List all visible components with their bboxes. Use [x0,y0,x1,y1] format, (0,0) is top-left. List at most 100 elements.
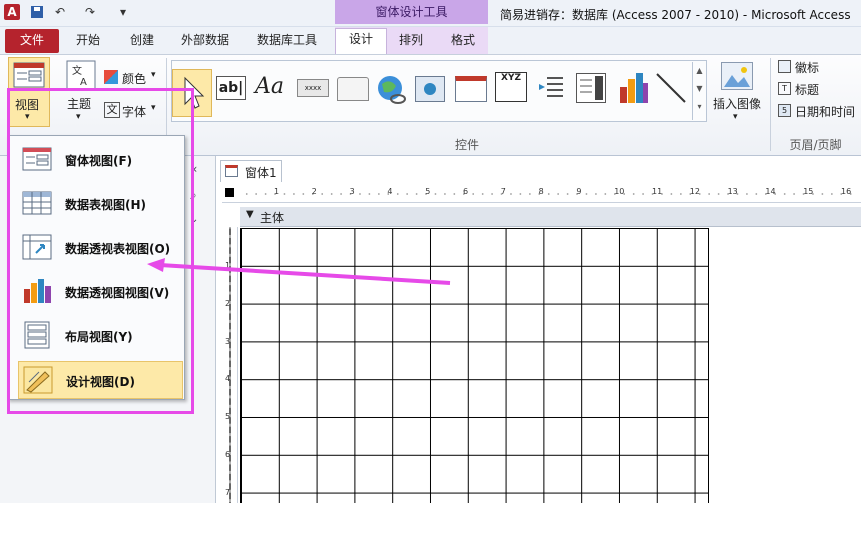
tab-database-tools[interactable]: 数据库工具 [250,30,324,54]
tab-arrange[interactable]: 排列 [392,30,430,54]
section-collapse-icon[interactable]: ▼ [246,209,254,220]
menu-item-datasheet-view[interactable]: 数据表视图(H) [18,185,183,223]
horizontal-ruler[interactable]: 1 2 3 4 5 6 7 8 9 10 11 12 13 14 15 16 [222,185,861,203]
vruler-number: 7 [225,487,231,497]
button-control-icon[interactable]: xxxx [297,79,329,97]
customize-quick-access-icon[interactable]: ▾ [120,5,126,19]
document-tab[interactable]: 窗体1 [220,160,282,182]
colors-arrow-icon[interactable]: ▾ [151,70,156,80]
line-control-icon[interactable] [655,72,687,107]
combo-box-control-icon[interactable] [576,73,606,103]
expand-chevron-icon[interactable]: ⌄ [190,214,198,225]
ruler-number: 5 [425,187,431,196]
document-tab-label: 窗体1 [245,166,277,180]
option-group-control-icon[interactable]: XYZ [495,72,527,102]
design-view-icon [23,366,53,394]
controls-group-label: 控件 [454,138,479,152]
save-icon[interactable] [30,5,44,22]
menu-item-form-view[interactable]: 窗体视图(F) [18,141,183,179]
ruler-number: 8 [538,187,544,196]
svg-text:文: 文 [72,64,82,77]
date-time-icon: 5 [778,104,791,117]
ruler-number: 2 [311,187,317,196]
form-selector-icon[interactable] [225,188,234,197]
insert-image-label[interactable]: 插入图像 [713,95,761,112]
ruler-number: 6 [463,187,469,196]
ruler-number: 4 [387,187,393,196]
vruler-number: 4 [225,374,231,384]
redo-icon[interactable]: ↷ [85,5,95,19]
colors-icon [104,70,118,84]
fonts-button[interactable]: 字体 [122,103,146,120]
label-control-icon[interactable]: Aa [255,74,284,99]
theme-label[interactable]: 主题 [67,95,91,112]
tab-design[interactable]: 设计 [335,28,387,55]
menu-item-label: 数据表视图(H) [65,198,147,212]
tab-external-data[interactable]: 外部数据 [174,30,236,54]
logo-icon [778,60,791,73]
menu-item-label: 数据透视表视图(O) [65,242,171,256]
fonts-arrow-icon[interactable]: ▾ [151,103,156,113]
vruler-number: 2 [225,298,231,308]
title-button[interactable]: 标题 [795,81,819,98]
colors-button[interactable]: 颜色 [122,70,146,87]
design-canvas-margin [708,228,861,503]
ruler-number: 12 [689,187,700,196]
fonts-icon: 文 [104,102,120,118]
ruler-number: 1 [274,187,280,196]
theme-dropdown-arrow-icon[interactable]: ▾ [76,112,81,122]
vruler-number: 6 [225,450,231,459]
tab-control-icon[interactable] [337,77,369,101]
menu-item-layout-view[interactable]: 布局视图(Y) [18,317,183,355]
view-label: 视图 [15,98,40,112]
logo-button[interactable]: 徽标 [795,59,819,76]
collapse-pane-icon[interactable]: « [190,162,197,176]
menu-item-label: 布局视图(Y) [65,330,133,344]
datasheet-view-icon [22,189,52,217]
pointer-icon [184,76,205,109]
menu-item-label: 设计视图(D) [66,375,135,389]
vruler-number: 5 [225,412,231,422]
ruler-number: 13 [727,187,738,196]
select-pointer-button[interactable] [172,69,212,117]
svg-text:A: A [80,77,87,88]
layout-view-icon [22,321,52,349]
ruler-number: 14 [765,187,776,196]
form-view-icon [22,145,52,173]
date-time-button[interactable]: 日期和时间 [795,103,855,120]
tab-home[interactable]: 开始 [68,30,108,54]
section-bar[interactable]: ▼ 主体 [240,207,861,227]
tab-format[interactable]: 格式 [444,30,482,54]
annotation-arrow [147,258,451,285]
ruler-number: 15 [803,187,814,196]
vruler-number: 3 [225,336,231,346]
hyperlink-control-icon[interactable] [376,74,408,109]
tab-create[interactable]: 创建 [122,30,162,54]
section-label: 主体 [260,211,285,225]
form-icon [225,165,238,177]
title-icon: T [778,82,791,95]
theme-icon[interactable]: 文A [66,60,96,93]
chart-control-icon[interactable] [617,71,649,108]
pivot-chart-view-icon [22,277,52,305]
view-dropdown-arrow-icon[interactable]: ▾ [25,112,30,122]
gallery-scroll-icon[interactable]: ▲ ▼ ▾ [692,62,706,120]
window-title: 简易进销存：数据库 (Access 2007 - 2010) - Microso… [500,8,851,22]
pivot-table-view-icon [22,233,52,261]
tab-file[interactable]: 文件 [5,29,59,53]
navigation-control-icon[interactable] [455,76,487,102]
insert-image-icon[interactable] [721,62,753,90]
undo-icon[interactable]: ↶ [55,5,65,19]
ruler-number: 16 [841,187,852,196]
search-icon[interactable]: ⌕ [190,188,197,203]
header-footer-group-label: 页眉/页脚 [789,138,842,152]
view-icon [13,61,45,92]
access-app-icon[interactable]: A [4,4,20,20]
page-break-control-icon[interactable] [537,74,565,102]
ruler-number: 3 [349,187,355,196]
textbox-control-icon[interactable]: ab| [216,76,246,100]
web-browser-control-icon[interactable] [415,76,445,102]
menu-item-design-view[interactable]: 设计视图(D) [18,361,183,399]
ruler-number: 11 [652,187,663,196]
insert-image-arrow-icon[interactable]: ▾ [733,112,738,122]
